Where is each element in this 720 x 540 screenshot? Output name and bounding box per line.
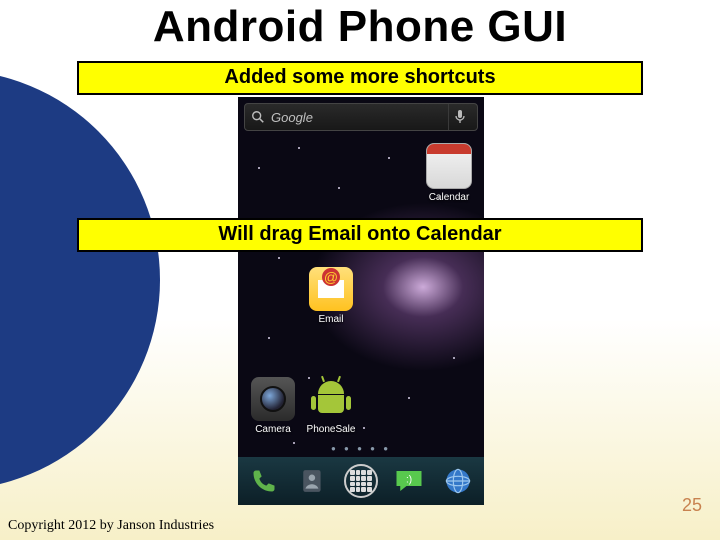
copyright-text: Copyright 2012 by Janson Industries [8,518,214,534]
phone-wallpaper: Google Calendar Email Camera [238,97,484,505]
apps-grid-icon [344,464,378,498]
google-search-bar[interactable]: Google [244,103,478,131]
phone-mockup: Google Calendar Email Camera [238,97,484,505]
calendar-label: Calendar [424,192,474,203]
callout-drag-email: Will drag Email onto Calendar [77,218,643,252]
callout-added-shortcuts: Added some more shortcuts [77,61,643,95]
mic-icon[interactable] [448,104,471,130]
phone-dock: :) [238,457,484,505]
android-icon [315,381,347,417]
svg-text::): :) [406,474,412,485]
page-number: 25 [682,495,702,516]
dock-browser[interactable] [438,461,478,501]
search-placeholder: Google [271,110,313,125]
email-label: Email [306,314,356,325]
email-app-icon[interactable]: Email [306,267,356,325]
dock-contacts[interactable] [293,461,333,501]
dock-phone[interactable] [244,461,284,501]
phonesale-app-icon[interactable]: PhoneSale [306,377,356,435]
slide-title: Android Phone GUI [0,2,720,52]
search-icon [251,110,265,124]
phonesale-label: PhoneSale [306,424,356,435]
dock-messaging[interactable]: :) [389,461,429,501]
camera-label: Camera [248,424,298,435]
camera-app-icon[interactable]: Camera [248,377,298,435]
calendar-app-icon[interactable]: Calendar [424,143,474,203]
dock-apps[interactable] [341,461,381,501]
page-indicator: ● ● ● ● ● [238,444,484,453]
